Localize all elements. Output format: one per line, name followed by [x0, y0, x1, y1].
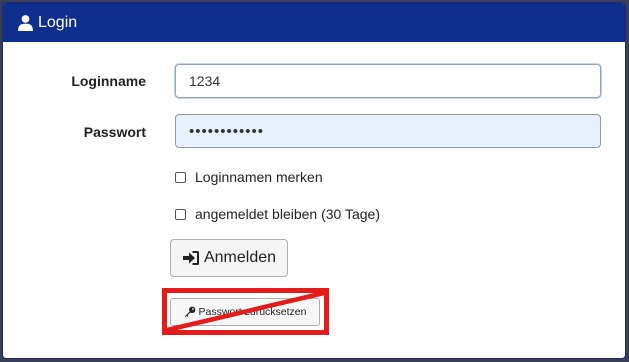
password-input[interactable]: •••••••••••• — [175, 114, 601, 148]
stay-logged-in-checkbox[interactable] — [175, 208, 186, 220]
panel-header: Login — [3, 3, 625, 42]
remember-login-label: Loginnamen merken — [195, 169, 323, 185]
stay-logged-in-label: angemeldet bleiben (30 Tage) — [195, 206, 380, 222]
stay-logged-in-checkbox-row[interactable]: angemeldet bleiben (30 Tage) — [175, 206, 380, 222]
loginname-label: Loginname — [71, 73, 146, 89]
panel-title: Login — [38, 13, 78, 31]
login-button[interactable]: Anmelden — [170, 239, 288, 277]
annotation-red-box — [162, 288, 329, 335]
user-icon — [18, 15, 33, 31]
loginname-input[interactable]: 1234 — [175, 64, 601, 98]
sign-in-icon — [182, 251, 199, 265]
remember-login-checkbox[interactable] — [175, 171, 186, 183]
password-label: Passwort — [83, 124, 146, 140]
login-button-label: Anmelden — [203, 249, 277, 266]
remember-login-checkbox-row[interactable]: Loginnamen merken — [175, 169, 323, 185]
